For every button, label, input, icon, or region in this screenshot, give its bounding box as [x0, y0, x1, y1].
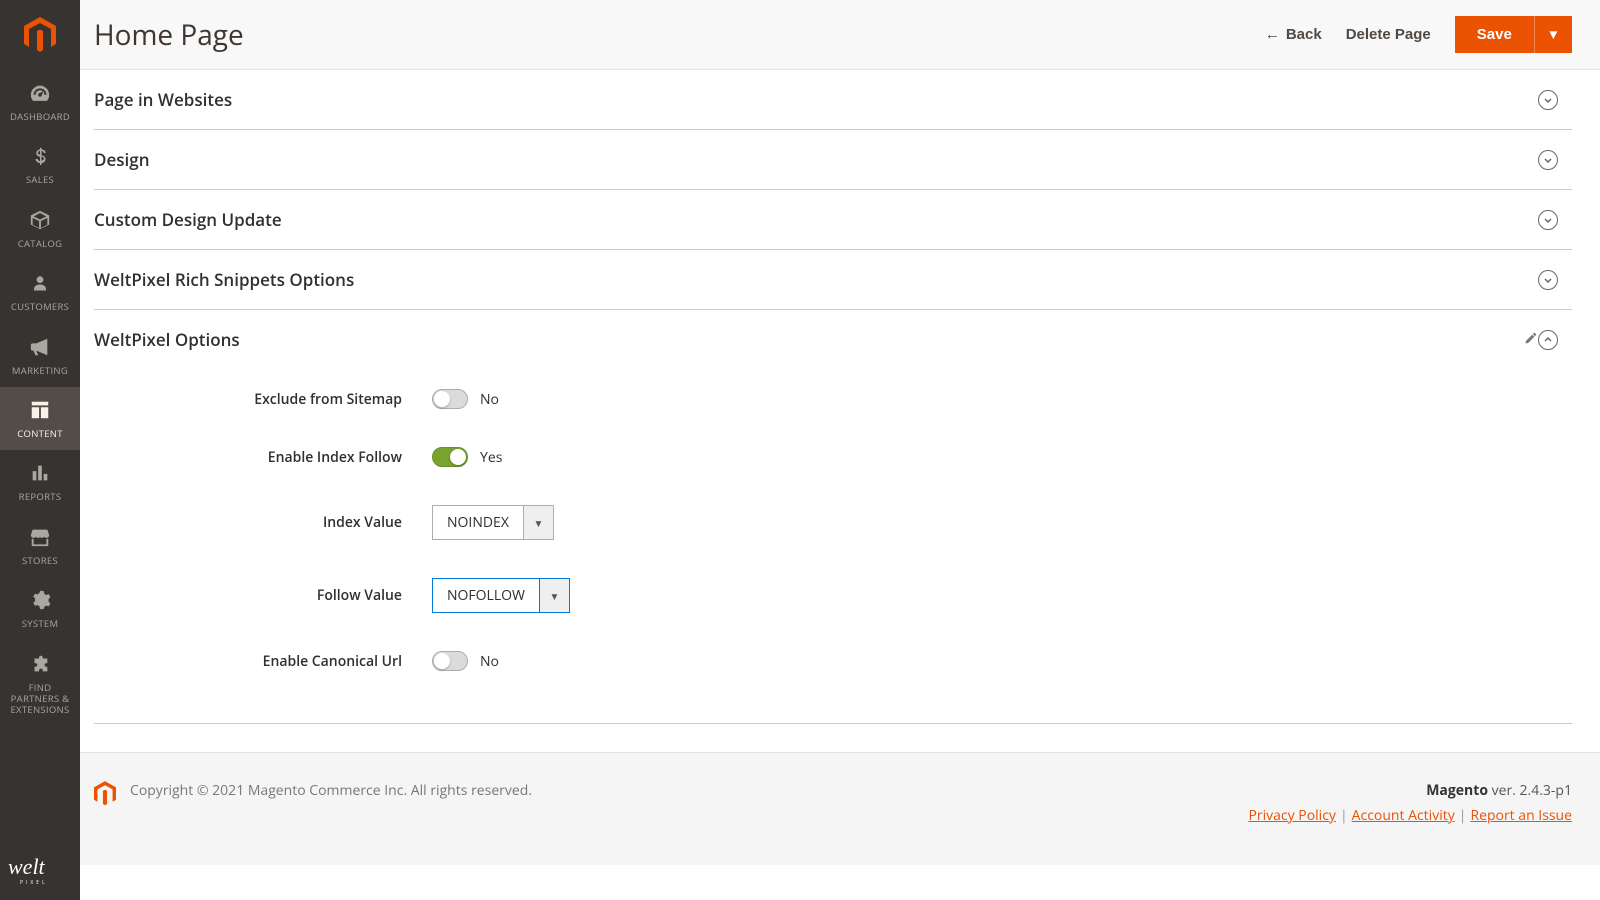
weltpixel-options-content: Exclude from Sitemap No Enable Index Fol…	[94, 369, 1572, 724]
select-value: NOINDEX	[432, 505, 524, 540]
sidebar-item-label: DASHBOARD	[10, 111, 70, 122]
exclude-sitemap-label: Exclude from Sitemap	[94, 390, 432, 409]
puzzle-icon	[29, 652, 51, 676]
toggle-value: Yes	[480, 448, 502, 467]
dollar-icon	[31, 144, 49, 168]
version-text: ver. 2.4.3-p1	[1488, 781, 1572, 800]
privacy-policy-link[interactable]: Privacy Policy	[1248, 806, 1335, 825]
section-page-in-websites[interactable]: Page in Websites	[94, 70, 1572, 130]
sidebar-item-label: CUSTOMERS	[11, 301, 69, 312]
save-dropdown-button[interactable]: ▼	[1534, 16, 1572, 53]
sidebar-item-system[interactable]: SYSTEM	[0, 577, 80, 640]
save-button[interactable]: Save	[1455, 16, 1534, 53]
report-issue-link[interactable]: Report an Issue	[1470, 806, 1572, 825]
store-icon	[29, 525, 51, 549]
section-design[interactable]: Design	[94, 130, 1572, 190]
sidebar-item-dashboard[interactable]: DASHBOARD	[0, 70, 80, 133]
gear-icon	[29, 588, 51, 612]
magento-icon	[94, 781, 116, 811]
section-custom-design-update[interactable]: Custom Design Update	[94, 190, 1572, 250]
index-value-select[interactable]: NOINDEX ▼	[432, 505, 554, 540]
enable-index-follow-toggle[interactable]	[432, 447, 468, 467]
sidebar-item-catalog[interactable]: CATALOG	[0, 197, 80, 260]
sidebar-item-sales[interactable]: SALES	[0, 133, 80, 196]
sidebar-item-label: STORES	[22, 555, 58, 566]
section-title: Page in Websites	[94, 88, 1538, 111]
account-activity-link[interactable]: Account Activity	[1352, 806, 1455, 825]
triangle-down-icon: ▼	[524, 505, 554, 540]
box-icon	[29, 208, 51, 232]
page-footer: Copyright © 2021 Magento Commerce Inc. A…	[80, 752, 1600, 865]
chevron-down-icon	[1538, 90, 1558, 110]
bar-chart-icon	[29, 461, 51, 485]
sidebar-item-label: SALES	[26, 174, 54, 185]
sidebar-item-reports[interactable]: REPORTS	[0, 450, 80, 513]
toggle-value: No	[480, 652, 499, 671]
section-title: Custom Design Update	[94, 208, 1538, 231]
welt-pixel-logo[interactable]: weltPIXEL	[0, 840, 80, 900]
main-content: Page in Websites Design Custom Design Up…	[80, 70, 1600, 865]
sidebar-item-partners[interactable]: FIND PARTNERS & EXTENSIONS	[0, 641, 80, 727]
sidebar-item-customers[interactable]: CUSTOMERS	[0, 260, 80, 323]
section-weltpixel-options[interactable]: WeltPixel Options	[94, 310, 1572, 369]
triangle-down-icon: ▼	[1547, 27, 1560, 42]
section-title: WeltPixel Options	[94, 328, 1510, 351]
chevron-down-icon	[1538, 210, 1558, 230]
section-title: Design	[94, 148, 1538, 171]
index-value-label: Index Value	[94, 513, 432, 532]
sidebar-item-label: CATALOG	[18, 238, 63, 249]
select-value: NOFOLLOW	[432, 578, 540, 613]
follow-value-select[interactable]: NOFOLLOW ▼	[432, 578, 570, 613]
sidebar-item-label: SYSTEM	[22, 618, 59, 629]
chevron-down-icon	[1538, 270, 1558, 290]
sidebar-item-label: MARKETING	[12, 365, 68, 376]
magento-logo[interactable]	[0, 0, 80, 70]
enable-index-follow-label: Enable Index Follow	[94, 448, 432, 467]
chevron-down-icon	[1538, 150, 1558, 170]
sidebar-item-marketing[interactable]: MARKETING	[0, 324, 80, 387]
page-title: Home Page	[94, 16, 1265, 54]
delete-page-button[interactable]: Delete Page	[1346, 26, 1431, 43]
copyright-text: Copyright © 2021 Magento Commerce Inc. A…	[130, 781, 1234, 800]
gauge-icon	[29, 81, 51, 105]
svg-text:PIXEL: PIXEL	[20, 880, 48, 886]
sidebar-item-label: REPORTS	[19, 491, 62, 502]
follow-value-label: Follow Value	[94, 586, 432, 605]
svg-text:welt: welt	[8, 854, 46, 879]
enable-canonical-toggle[interactable]	[432, 651, 468, 671]
page-header: Home Page ← Back Delete Page Save ▼	[80, 0, 1600, 70]
triangle-down-icon: ▼	[540, 578, 570, 613]
enable-canonical-label: Enable Canonical Url	[94, 652, 432, 671]
sidebar-item-stores[interactable]: STORES	[0, 514, 80, 577]
megaphone-icon	[29, 335, 51, 359]
pencil-icon	[1524, 330, 1538, 350]
layout-icon	[29, 398, 51, 422]
chevron-up-icon	[1538, 330, 1558, 350]
section-rich-snippets[interactable]: WeltPixel Rich Snippets Options	[94, 250, 1572, 310]
person-icon	[31, 271, 49, 295]
sidebar-item-label: CONTENT	[17, 428, 63, 439]
arrow-left-icon: ←	[1265, 26, 1280, 43]
back-label: Back	[1286, 26, 1322, 43]
sidebar-item-content[interactable]: CONTENT	[0, 387, 80, 450]
sidebar-item-label: FIND PARTNERS & EXTENSIONS	[4, 682, 76, 716]
product-name: Magento	[1426, 781, 1488, 800]
toggle-value: No	[480, 390, 499, 409]
back-button[interactable]: ← Back	[1265, 26, 1322, 43]
exclude-sitemap-toggle[interactable]	[432, 389, 468, 409]
sidebar: DASHBOARD SALES CATALOG CUSTOMERS MARKET…	[0, 0, 80, 900]
section-title: WeltPixel Rich Snippets Options	[94, 268, 1538, 291]
